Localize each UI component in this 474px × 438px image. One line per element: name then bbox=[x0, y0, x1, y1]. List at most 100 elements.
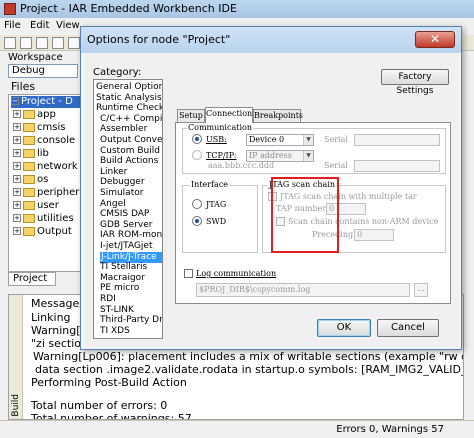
category-item[interactable]: CMSIS DAP bbox=[100, 209, 149, 220]
category-item[interactable]: General Options bbox=[96, 82, 162, 93]
files-column-header: Files bbox=[11, 80, 36, 93]
menu-file[interactable]: File bbox=[4, 20, 21, 31]
ip-address-field[interactable]: aaa.bbb.ccc.ddd bbox=[206, 161, 316, 173]
category-item[interactable]: Angel bbox=[100, 199, 126, 210]
configuration-select[interactable]: Debug bbox=[8, 64, 78, 78]
expand-icon[interactable]: + bbox=[13, 136, 21, 144]
dialog-title: Options for node "Project" bbox=[87, 33, 231, 46]
category-item[interactable]: Assembler bbox=[100, 124, 147, 135]
category-item[interactable]: Simulator bbox=[100, 188, 143, 199]
log-browse-button[interactable]: ... bbox=[414, 283, 428, 297]
expand-icon[interactable]: + bbox=[13, 110, 21, 118]
tab-connection[interactable]: Connection bbox=[205, 107, 253, 123]
chevron-down-icon: ▼ bbox=[303, 135, 313, 145]
jtag-label: JTAG bbox=[206, 200, 227, 209]
collapse-icon[interactable]: − bbox=[11, 97, 19, 105]
tree-item-label: network bbox=[37, 161, 78, 172]
log-communication-checkbox[interactable] bbox=[184, 269, 193, 278]
category-list: General Options Static Analysis Runtime Ch… bbox=[93, 79, 163, 339]
category-item[interactable]: Third-Party Driver bbox=[100, 315, 162, 326]
usb-label: USB: bbox=[206, 135, 227, 144]
preceding-field[interactable]: 0 bbox=[354, 229, 394, 241]
save-all-icon[interactable] bbox=[52, 37, 64, 49]
message-line: data section .image2.validate.rodata in … bbox=[35, 363, 463, 376]
tree-item-label: app bbox=[37, 109, 56, 120]
swd-radio[interactable] bbox=[192, 216, 202, 226]
tree-item-network[interactable]: + network bbox=[13, 161, 78, 173]
serial-field[interactable] bbox=[354, 134, 440, 146]
tree-item-utilities[interactable]: + utilities bbox=[13, 213, 74, 225]
category-item[interactable]: I-jet/JTAGjet bbox=[100, 241, 153, 252]
expand-icon[interactable]: + bbox=[13, 123, 21, 131]
menu-edit[interactable]: Edit bbox=[30, 20, 49, 31]
category-item[interactable]: Custom Build bbox=[100, 146, 160, 157]
usb-radio[interactable] bbox=[192, 134, 202, 144]
category-item[interactable]: C/C++ Compiler bbox=[100, 114, 162, 125]
print-icon[interactable] bbox=[68, 37, 80, 49]
category-item[interactable]: RDI bbox=[100, 294, 116, 305]
category-item[interactable]: J-Link/J-Trace bbox=[100, 251, 162, 263]
chevron-down-icon: ▼ bbox=[303, 151, 313, 161]
menu-view[interactable]: View bbox=[56, 20, 80, 31]
category-item[interactable]: Linker bbox=[100, 167, 127, 178]
category-item[interactable]: IAR ROM-monitor bbox=[100, 230, 162, 241]
category-item[interactable]: Static Analysis bbox=[96, 93, 162, 104]
tree-item-app[interactable]: + app bbox=[13, 109, 56, 121]
tree-item-output[interactable]: + Output bbox=[13, 226, 72, 238]
category-item[interactable]: Build Actions bbox=[100, 156, 158, 167]
tree-item-label: os bbox=[37, 174, 49, 185]
tree-item-cmsis[interactable]: + cmsis bbox=[13, 122, 65, 134]
category-item[interactable]: Debugger bbox=[100, 177, 145, 188]
expand-icon[interactable]: + bbox=[13, 188, 21, 196]
folder-icon bbox=[23, 213, 35, 223]
category-item[interactable]: Macraigor bbox=[100, 273, 145, 284]
tree-item-lib[interactable]: + lib bbox=[13, 148, 49, 160]
status-errors-warnings: Errors 0, Warnings 57 bbox=[336, 424, 444, 435]
build-side-tab[interactable]: Build bbox=[9, 295, 23, 419]
usb-device-select[interactable]: Device 0 ▼ bbox=[246, 134, 314, 146]
tcpip-radio[interactable] bbox=[192, 150, 202, 160]
category-item[interactable]: PE micro bbox=[100, 283, 139, 294]
tree-item-label: lib bbox=[37, 148, 49, 159]
dialog-close-button[interactable]: ✕ bbox=[415, 31, 455, 48]
workspace-label: Workspace bbox=[8, 52, 63, 63]
tree-item-os[interactable]: + os bbox=[13, 174, 48, 186]
ok-button[interactable]: OK bbox=[317, 319, 371, 337]
tree-item-label: cmsis bbox=[37, 122, 66, 133]
tree-root-label: Project - D bbox=[21, 96, 73, 107]
tree-item-console[interactable]: + console bbox=[13, 135, 75, 147]
ide-title-bar: Project - IAR Embedded Workbench IDE bbox=[0, 0, 474, 18]
expand-icon[interactable]: + bbox=[13, 175, 21, 183]
expand-icon[interactable]: + bbox=[13, 227, 21, 235]
tree-item-label: Output bbox=[37, 226, 72, 237]
category-item[interactable]: TI Stellaris bbox=[100, 262, 147, 273]
interface-highlight-box bbox=[271, 177, 339, 253]
open-file-icon[interactable] bbox=[20, 37, 32, 49]
folder-icon bbox=[23, 174, 35, 184]
factory-settings-button[interactable]: Factory Settings bbox=[381, 69, 449, 96]
category-item[interactable]: GDB Server bbox=[100, 220, 152, 231]
expand-icon[interactable]: + bbox=[13, 149, 21, 157]
tree-item-user[interactable]: + user bbox=[13, 200, 59, 212]
expand-icon[interactable]: + bbox=[13, 162, 21, 170]
dialog-title-bar: Options for node "Project" ✕ bbox=[81, 27, 461, 53]
category-item[interactable]: TI XDS bbox=[100, 326, 130, 337]
log-path-field[interactable]: $PROJ_DIR$\cspycomm.log bbox=[196, 283, 410, 297]
cancel-button[interactable]: Cancel bbox=[377, 319, 439, 337]
category-item[interactable]: Runtime Checking bbox=[96, 103, 162, 114]
save-icon[interactable] bbox=[36, 37, 48, 49]
jtag-radio[interactable] bbox=[192, 199, 202, 209]
category-label: Category: bbox=[93, 67, 142, 78]
serial-field-2[interactable] bbox=[354, 160, 440, 172]
category-item[interactable]: Output Converter bbox=[100, 135, 162, 146]
tree-root-project[interactable]: − Project - D bbox=[11, 96, 82, 108]
expand-icon[interactable]: + bbox=[13, 201, 21, 209]
tab-setup[interactable]: Setup bbox=[177, 109, 205, 122]
tab-project[interactable]: Project bbox=[8, 272, 56, 286]
category-item[interactable]: ST-LINK bbox=[100, 305, 134, 316]
folder-icon bbox=[23, 109, 35, 119]
tab-breakpoints[interactable]: Breakpoints bbox=[253, 109, 303, 122]
new-file-icon[interactable] bbox=[4, 37, 16, 49]
expand-icon[interactable]: + bbox=[13, 214, 21, 222]
tree-item-peripheral[interactable]: + peripher bbox=[13, 187, 79, 199]
